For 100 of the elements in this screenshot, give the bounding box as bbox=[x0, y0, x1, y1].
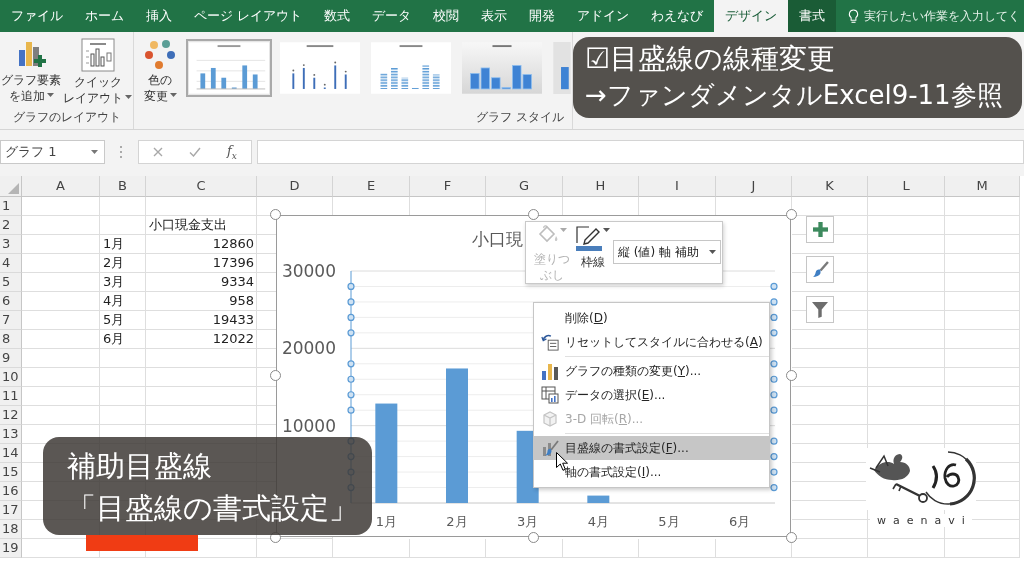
gridline-handle-icon[interactable] bbox=[770, 468, 778, 476]
column-header[interactable]: F bbox=[410, 176, 486, 197]
bar[interactable] bbox=[375, 403, 398, 503]
chart-styles-button[interactable] bbox=[806, 256, 834, 283]
gridline-handle-icon[interactable] bbox=[770, 329, 778, 337]
ribbon-button[interactable]: グラフ要素 を追加 bbox=[0, 36, 62, 104]
column-header[interactable]: G bbox=[486, 176, 563, 197]
column-header[interactable]: L bbox=[868, 176, 945, 197]
column-header[interactable]: M bbox=[945, 176, 1020, 197]
bar[interactable] bbox=[587, 495, 610, 503]
row-header[interactable]: 11 bbox=[0, 387, 22, 406]
resize-handle[interactable] bbox=[786, 370, 797, 381]
row-header[interactable]: 5 bbox=[0, 273, 22, 292]
gridline-handle-icon[interactable] bbox=[770, 483, 778, 492]
gridline-handle-icon[interactable] bbox=[770, 437, 778, 445]
tell-me-field[interactable]: 実行したい作業を入力してく bbox=[848, 0, 1021, 32]
row-header[interactable]: 14 bbox=[0, 444, 22, 463]
resize-handle[interactable] bbox=[270, 370, 281, 381]
gridline-handle-icon[interactable] bbox=[770, 282, 778, 291]
gridline-handle-icon[interactable] bbox=[347, 282, 355, 291]
gridline-handle-icon[interactable] bbox=[770, 313, 778, 321]
resize-handle[interactable] bbox=[527, 209, 539, 220]
chart-filters-button[interactable] bbox=[806, 296, 834, 323]
gridline-handle-icon[interactable] bbox=[347, 313, 355, 321]
row-header[interactable]: 3 bbox=[0, 235, 22, 254]
row-header[interactable]: 18 bbox=[0, 520, 22, 539]
chart-style-option[interactable] bbox=[550, 39, 571, 97]
row-header[interactable]: 1 bbox=[0, 197, 22, 216]
gridline-handle-icon[interactable] bbox=[770, 453, 778, 461]
row-header[interactable]: 13 bbox=[0, 425, 22, 444]
chart-style-option[interactable] bbox=[186, 39, 272, 97]
ribbon-tab[interactable]: わえなび bbox=[640, 0, 715, 32]
chart-style-option[interactable] bbox=[368, 39, 454, 97]
gridline-handle-icon[interactable] bbox=[770, 375, 778, 383]
column-header[interactable]: H bbox=[563, 176, 639, 197]
select-all-icon[interactable] bbox=[8, 183, 19, 194]
ribbon-tab[interactable]: ホーム bbox=[74, 0, 135, 32]
ribbon-tab[interactable]: 表示 bbox=[470, 0, 519, 32]
gridline-handle-icon[interactable] bbox=[347, 360, 355, 368]
row-header[interactable]: 7 bbox=[0, 311, 22, 330]
column-header[interactable]: A bbox=[22, 176, 100, 197]
ribbon-button[interactable]: クイック レイアウト bbox=[62, 36, 133, 106]
chart-title[interactable]: 小口現 bbox=[472, 229, 523, 249]
row-header[interactable]: 12 bbox=[0, 406, 22, 425]
row-header[interactable]: 17 bbox=[0, 501, 22, 520]
ribbon-tab[interactable]: 挿入 bbox=[135, 0, 183, 32]
menu-item[interactable]: 削除(D) bbox=[534, 306, 769, 330]
resize-handle[interactable] bbox=[270, 209, 281, 220]
ribbon-tab[interactable]: 書式 bbox=[788, 0, 837, 32]
resize-handle[interactable] bbox=[786, 209, 797, 220]
gridline-handle-icon[interactable] bbox=[770, 391, 778, 399]
row-header[interactable]: 19 bbox=[0, 539, 22, 558]
row-header[interactable]: 16 bbox=[0, 482, 22, 501]
column-header[interactable]: C bbox=[146, 176, 257, 197]
ribbon-tab[interactable]: デザイン bbox=[714, 0, 789, 32]
check-icon[interactable] bbox=[189, 147, 201, 157]
column-header[interactable]: K bbox=[792, 176, 868, 197]
gridline-handle-icon[interactable] bbox=[347, 406, 355, 414]
row-header[interactable]: 8 bbox=[0, 330, 22, 349]
menu-item[interactable]: 目盛線の書式設定(F)... bbox=[534, 436, 769, 460]
gridline-handle-icon[interactable] bbox=[347, 391, 355, 399]
column-header[interactable]: E bbox=[333, 176, 410, 197]
row-header[interactable]: 6 bbox=[0, 292, 22, 311]
gridline-handle-icon[interactable] bbox=[770, 298, 778, 306]
ribbon-tab[interactable]: ページ レイアウト bbox=[183, 0, 314, 32]
chart-style-option[interactable] bbox=[277, 39, 363, 97]
ribbon-tab[interactable]: 開発 bbox=[518, 0, 567, 32]
insert-function-button[interactable]: f$_{x}$ bbox=[227, 143, 237, 161]
gridline-handle-icon[interactable] bbox=[770, 406, 778, 414]
menu-item[interactable]: グラフの種類の変更(Y)... bbox=[534, 359, 769, 383]
ribbon-tab[interactable]: データ bbox=[361, 0, 423, 32]
gridline-handle-icon[interactable] bbox=[347, 298, 355, 306]
gridline-handle-icon[interactable] bbox=[770, 360, 778, 368]
ribbon-tab[interactable]: アドイン bbox=[566, 0, 641, 32]
row-header[interactable]: 10 bbox=[0, 368, 22, 387]
column-header[interactable]: J bbox=[716, 176, 792, 197]
column-header[interactable]: D bbox=[257, 176, 333, 197]
row-header[interactable]: 4 bbox=[0, 254, 22, 273]
row-header[interactable]: 2 bbox=[0, 216, 22, 235]
ribbon-tab[interactable]: ファイル bbox=[0, 0, 74, 32]
ribbon-tab[interactable]: 校閲 bbox=[422, 0, 471, 32]
menu-item[interactable]: 軸の書式設定(I)... bbox=[534, 460, 769, 484]
resize-handle[interactable] bbox=[786, 532, 797, 543]
chart-elements-button[interactable] bbox=[806, 216, 834, 243]
ribbon-button[interactable]: 色の 変更 bbox=[137, 36, 183, 104]
row-header[interactable]: 15 bbox=[0, 463, 22, 482]
gridline-handle-icon[interactable] bbox=[347, 375, 355, 383]
ribbon-tab[interactable]: 数式 bbox=[313, 0, 362, 32]
column-header[interactable]: B bbox=[100, 176, 146, 197]
gridline-handle-icon[interactable] bbox=[347, 329, 355, 337]
outline-button[interactable]: 枠線 bbox=[576, 225, 610, 271]
menu-item[interactable]: データの選択(E)... bbox=[534, 383, 769, 407]
resize-handle[interactable] bbox=[527, 532, 539, 543]
formula-input[interactable] bbox=[257, 140, 1024, 164]
name-box[interactable]: グラフ 1 bbox=[0, 140, 105, 164]
element-dropdown[interactable]: 縦 (値) 軸 補助 bbox=[613, 240, 721, 264]
cancel-icon[interactable] bbox=[153, 147, 163, 157]
row-header[interactable]: 9 bbox=[0, 349, 22, 368]
column-header[interactable]: I bbox=[639, 176, 716, 197]
menu-item[interactable]: リセットしてスタイルに合わせる(A) bbox=[534, 330, 769, 354]
